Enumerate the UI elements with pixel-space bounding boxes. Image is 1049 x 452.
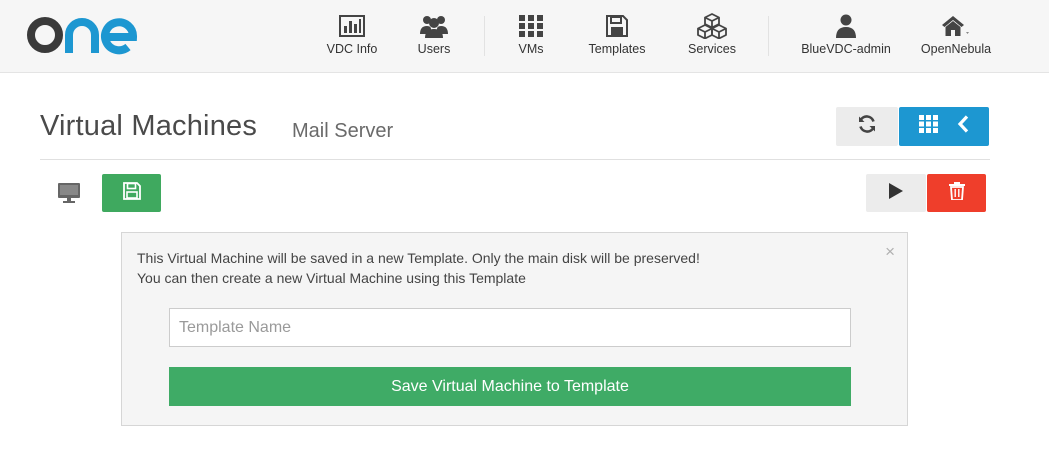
- grid-icon: [919, 115, 939, 138]
- users-icon: [419, 14, 449, 38]
- nav-label-templates: Templates: [588, 42, 646, 56]
- floppy-disk-icon: [122, 181, 141, 205]
- save-template-panel: × This Virtual Machine will be saved in …: [121, 232, 908, 426]
- home-icon: [941, 14, 971, 38]
- nav-label-user: BlueVDC-admin: [801, 42, 891, 56]
- nav-label-users: Users: [417, 42, 451, 56]
- panel-message: This Virtual Machine will be saved in a …: [137, 248, 700, 288]
- nav-vms[interactable]: VMs: [502, 0, 560, 73]
- nav-label-vms: VMs: [518, 42, 544, 56]
- resume-button[interactable]: [866, 174, 926, 212]
- refresh-button[interactable]: [836, 107, 898, 146]
- opennebula-logo[interactable]: one: [26, 14, 140, 56]
- delete-button[interactable]: [927, 174, 986, 212]
- refresh-icon: [857, 114, 877, 139]
- logo-mark: [27, 17, 137, 55]
- floppy-disk-icon: [606, 14, 628, 38]
- user-icon: [836, 14, 856, 38]
- save-vm-to-template-button[interactable]: Save Virtual Machine to Template: [169, 367, 851, 406]
- nav-services[interactable]: Services: [680, 0, 744, 73]
- nav-templates[interactable]: Templates: [582, 0, 652, 73]
- header-divider: [40, 159, 990, 160]
- panel-message-line-1: This Virtual Machine will be saved in a …: [137, 250, 700, 266]
- nav-divider: [768, 16, 769, 56]
- nav-label-zone: OpenNebula: [920, 42, 992, 56]
- grid-icon: [519, 14, 543, 38]
- nav-divider: [484, 16, 485, 56]
- nav-zone-menu[interactable]: OpenNebula: [917, 0, 995, 73]
- nav-vdc-info[interactable]: VDC Info: [322, 0, 382, 73]
- play-icon: [888, 182, 904, 205]
- page-title: Virtual Machines: [40, 110, 258, 142]
- save-as-template-button[interactable]: [102, 174, 161, 212]
- nav-label-vdc-info: VDC Info: [326, 42, 378, 56]
- page-subtitle: Mail Server: [292, 120, 394, 142]
- cubes-icon: [697, 13, 727, 39]
- template-name-input[interactable]: [169, 308, 851, 347]
- back-to-list-button[interactable]: [899, 107, 989, 146]
- nav-label-services: Services: [688, 42, 736, 56]
- top-navbar: one VDC Info Users: [0, 0, 1049, 73]
- nav-user-menu[interactable]: BlueVDC-admin: [797, 0, 895, 73]
- trash-icon: [948, 181, 965, 205]
- nav-users[interactable]: Users: [404, 0, 464, 73]
- chevron-left-icon: [957, 115, 969, 138]
- panel-message-line-2: You can then create a new Virtual Machin…: [137, 270, 526, 286]
- desktop-icon[interactable]: [56, 181, 82, 205]
- close-icon[interactable]: ×: [885, 243, 895, 260]
- bar-chart-icon: [339, 14, 365, 38]
